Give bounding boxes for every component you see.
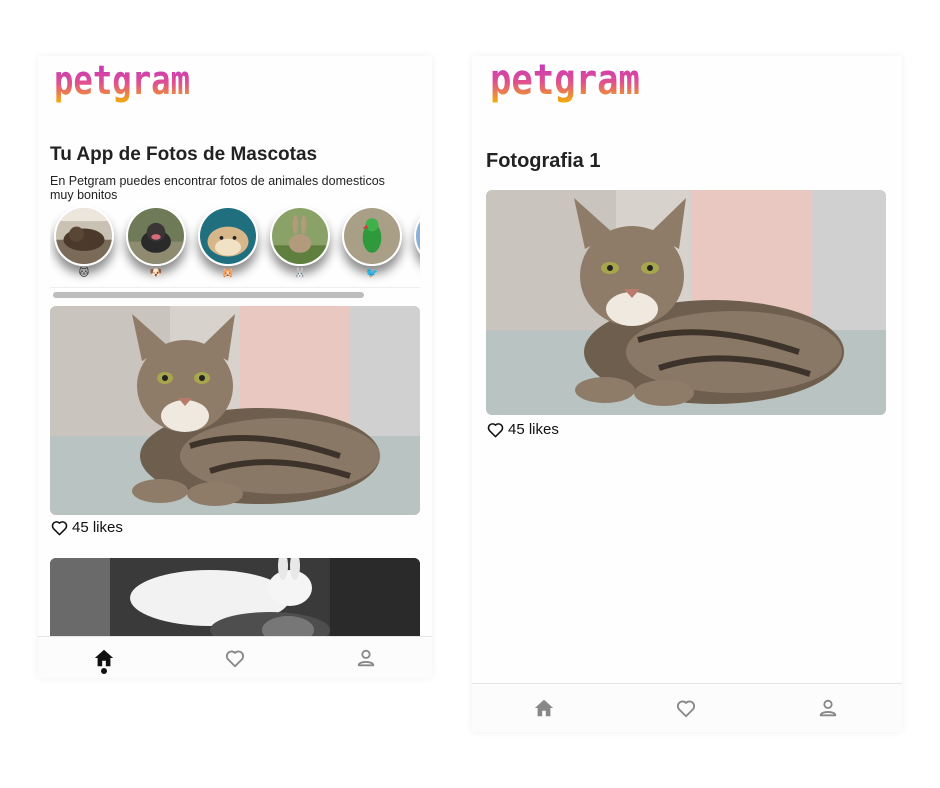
photo-detail-image[interactable] (486, 190, 886, 415)
category-image (198, 206, 258, 266)
category-image (54, 206, 114, 266)
category-image (126, 206, 186, 266)
like-button[interactable]: 45 likes (486, 420, 559, 439)
category-hamsters[interactable]: 🐹 (198, 206, 258, 286)
nav-user[interactable] (798, 684, 858, 732)
photo-card-image[interactable] (50, 306, 420, 515)
likes-count: 45 likes (508, 421, 559, 438)
page-title: Tu App de Fotos de Mascotas (50, 144, 318, 165)
category-image (414, 206, 420, 266)
category-image (342, 206, 402, 266)
user-icon (819, 699, 837, 717)
nav-favorites[interactable] (205, 637, 265, 678)
category-emoji: 🐹 (221, 268, 235, 279)
bottom-navbar (38, 636, 432, 678)
page-title: Fotografia 1 (486, 150, 601, 172)
category-cats[interactable]: 🐱 (54, 206, 114, 286)
category-more[interactable] (414, 206, 420, 286)
logo-text: petgram (490, 62, 640, 104)
category-image (270, 206, 330, 266)
nav-user[interactable] (336, 637, 396, 678)
category-dogs[interactable]: 🐶 (126, 206, 186, 286)
heart-icon (676, 700, 696, 718)
heart-icon (487, 423, 504, 438)
category-list[interactable]: 🐱 🐶 🐹 🐰 🐦 (50, 206, 420, 286)
like-button[interactable]: 45 likes (50, 518, 123, 537)
home-screen: petgram Tu App de Fotos de Mascotas En P… (38, 56, 432, 678)
bottom-navbar (472, 683, 902, 732)
page-subtitle: En Petgram puedes encontrar fotos de ani… (50, 174, 385, 202)
category-emoji: 🐰 (293, 268, 307, 279)
active-indicator (101, 668, 107, 674)
category-rabbits[interactable]: 🐰 (270, 206, 330, 286)
user-icon (357, 649, 375, 666)
heart-icon (51, 521, 68, 536)
petgram-logo[interactable]: petgram (488, 62, 654, 108)
nav-favorites[interactable] (656, 684, 716, 732)
scrollbar-thumb[interactable] (53, 292, 364, 298)
likes-count: 45 likes (72, 519, 123, 536)
category-scrollbar[interactable] (50, 287, 420, 298)
heart-icon (225, 650, 245, 667)
detail-screen: petgram Fotografia 1 45 likes (472, 56, 902, 732)
category-emoji: 🐦 (365, 268, 379, 279)
nav-home[interactable] (514, 684, 574, 732)
home-icon (534, 699, 554, 717)
home-icon (94, 649, 114, 666)
nav-home[interactable] (74, 637, 134, 678)
category-birds[interactable]: 🐦 (342, 206, 402, 286)
petgram-logo[interactable]: petgram (52, 62, 202, 108)
category-emoji: 🐶 (149, 268, 163, 279)
category-emoji: 🐱 (78, 268, 90, 279)
logo-text: petgram (54, 62, 190, 104)
